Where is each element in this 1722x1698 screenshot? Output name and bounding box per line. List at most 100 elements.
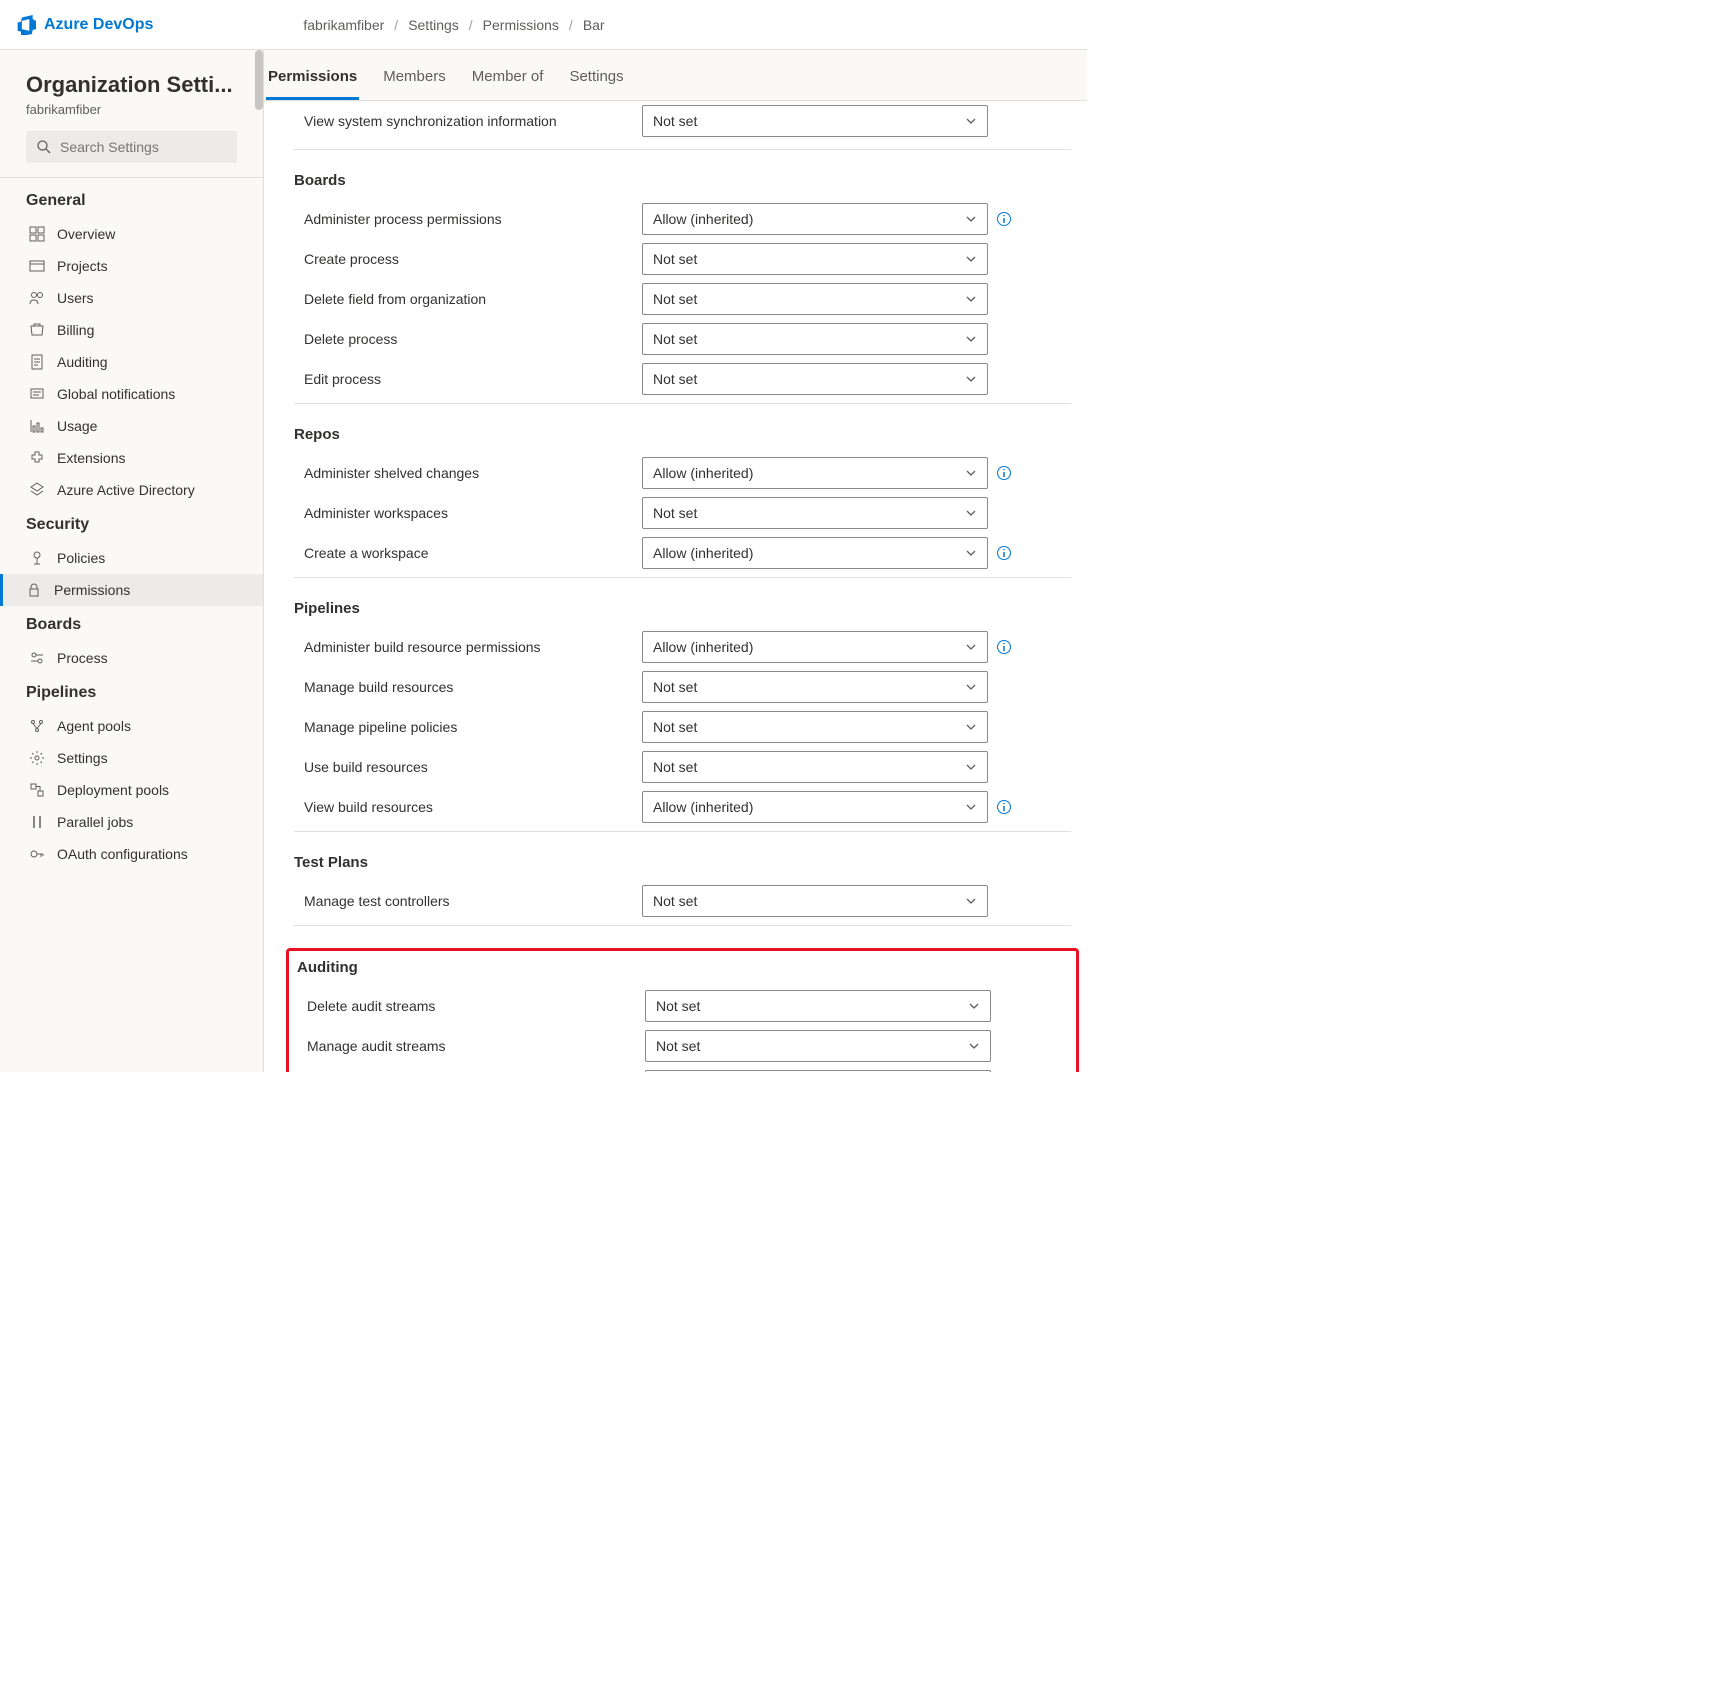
breadcrumb-item[interactable]: fabrikamfiber [303,17,384,33]
search-input[interactable] [60,139,227,155]
sidebar-item-usage[interactable]: Usage [16,410,247,442]
brand-label: Azure DevOps [44,16,153,34]
sidebar-item-oauth-configurations[interactable]: OAuth configurations [16,838,247,870]
permission-value: Not set [653,113,697,129]
page-title: Organization Setti... [26,72,247,98]
permission-row: View audit log Not set [297,1066,1068,1072]
permission-section-title: Repos [294,426,1071,443]
breadcrumb: fabrikamfiber/Settings/Permissions/Bar [303,17,604,33]
info-icon[interactable] [996,465,1012,481]
parallel-icon [29,814,45,830]
chevron-down-icon [965,801,977,813]
tab-settings[interactable]: Settings [567,68,625,100]
permission-select[interactable]: Not set [642,363,988,395]
sidebar-item-overview[interactable]: Overview [16,218,247,250]
permission-row: Administer process permissions Allow (in… [294,199,1071,239]
sidebar-item-label: Global notifications [57,386,175,402]
permission-row: Create a workspace Allow (inherited) [294,533,1071,573]
permission-value: Not set [653,893,697,909]
sidebar-item-label: Projects [57,258,108,274]
permission-select[interactable]: Allow (inherited) [642,203,988,235]
permission-select[interactable]: Not set [642,751,988,783]
permissions-icon [26,582,42,598]
permission-section-test-plans: Test Plans Manage test controllers Not s… [294,854,1071,926]
sidebar-item-users[interactable]: Users [16,282,247,314]
sidebar-group-label: Pipelines [26,684,247,702]
permission-select[interactable]: Not set [642,105,988,137]
breadcrumb-item[interactable]: Permissions [483,17,559,33]
permission-info-cell [996,211,1020,227]
tab-member-of[interactable]: Member of [470,68,546,100]
chevron-down-icon [965,681,977,693]
sidebar-item-global-notifications[interactable]: Global notifications [16,378,247,410]
policies-icon [29,550,45,566]
permission-select[interactable]: Allow (inherited) [642,457,988,489]
permission-select[interactable]: Not set [642,243,988,275]
sidebar-item-parallel-jobs[interactable]: Parallel jobs [16,806,247,838]
chevron-down-icon [965,761,977,773]
info-icon[interactable] [996,211,1012,227]
permission-select[interactable]: Not set [642,323,988,355]
permission-row: Delete process Not set [294,319,1071,359]
overview-icon [29,226,45,242]
search-settings[interactable] [26,131,237,163]
brand[interactable]: Azure DevOps [16,15,153,35]
permission-info-cell [996,545,1020,561]
permission-select[interactable]: Not set [645,1070,991,1072]
sidebar-item-label: Usage [57,418,97,434]
users-icon [29,290,45,306]
permission-select[interactable]: Not set [642,671,988,703]
permission-value: Not set [653,251,697,267]
search-icon [36,139,52,155]
tab-members[interactable]: Members [381,68,448,100]
permission-select[interactable]: Not set [645,1030,991,1062]
permission-section-title: Test Plans [294,854,1071,871]
breadcrumb-item[interactable]: Bar [583,17,605,33]
permission-select[interactable]: Not set [642,497,988,529]
sidebar-item-process[interactable]: Process [16,642,247,674]
sidebar-item-auditing[interactable]: Auditing [16,346,247,378]
info-icon[interactable] [996,799,1012,815]
sidebar-item-label: Deployment pools [57,782,169,798]
permission-select[interactable]: Not set [642,711,988,743]
sidebar-item-policies[interactable]: Policies [16,542,247,574]
sidebar-item-deployment-pools[interactable]: Deployment pools [16,774,247,806]
azure-devops-icon [16,15,36,35]
permission-label: Manage pipeline policies [294,719,634,735]
permission-label: Create a workspace [294,545,634,561]
permission-select[interactable]: Allow (inherited) [642,791,988,823]
sidebar-scrollbar-thumb[interactable] [255,50,263,110]
permission-value: Not set [653,719,697,735]
info-icon[interactable] [996,639,1012,655]
permission-select[interactable]: Not set [642,283,988,315]
sidebar-item-settings[interactable]: Settings [16,742,247,774]
sidebar-item-extensions[interactable]: Extensions [16,442,247,474]
permission-section-title: Pipelines [294,600,1071,617]
page-subtitle: fabrikamfiber [26,102,247,117]
chevron-down-icon [965,467,977,479]
permission-section-auditing: Auditing Delete audit streams Not set Ma… [286,948,1079,1072]
breadcrumb-item[interactable]: Settings [408,17,459,33]
sidebar-item-azure-active-directory[interactable]: Azure Active Directory [16,474,247,506]
sidebar-item-billing[interactable]: Billing [16,314,247,346]
settings-icon [29,750,45,766]
permission-select[interactable]: Not set [645,990,991,1022]
sidebar-group-label: Boards [26,616,247,634]
info-icon[interactable] [996,545,1012,561]
auditing-icon [29,354,45,370]
breadcrumb-separator: / [569,17,573,33]
sidebar-item-agent-pools[interactable]: Agent pools [16,710,247,742]
permission-select[interactable]: Not set [642,885,988,917]
permission-label: Delete process [294,331,634,347]
sidebar-item-label: Permissions [54,582,130,598]
permission-info-cell [996,639,1020,655]
permission-row-top: View system synchronization information … [294,101,1071,150]
sidebar-item-projects[interactable]: Projects [16,250,247,282]
sidebar-item-permissions[interactable]: Permissions [0,574,263,606]
tab-permissions[interactable]: Permissions [266,68,359,100]
permission-row: Administer shelved changes Allow (inheri… [294,453,1071,493]
permission-select[interactable]: Allow (inherited) [642,537,988,569]
permission-row: Delete audit streams Not set [297,986,1068,1026]
permission-select[interactable]: Allow (inherited) [642,631,988,663]
tabs: Permissions Members Member of Settings [264,50,1087,101]
